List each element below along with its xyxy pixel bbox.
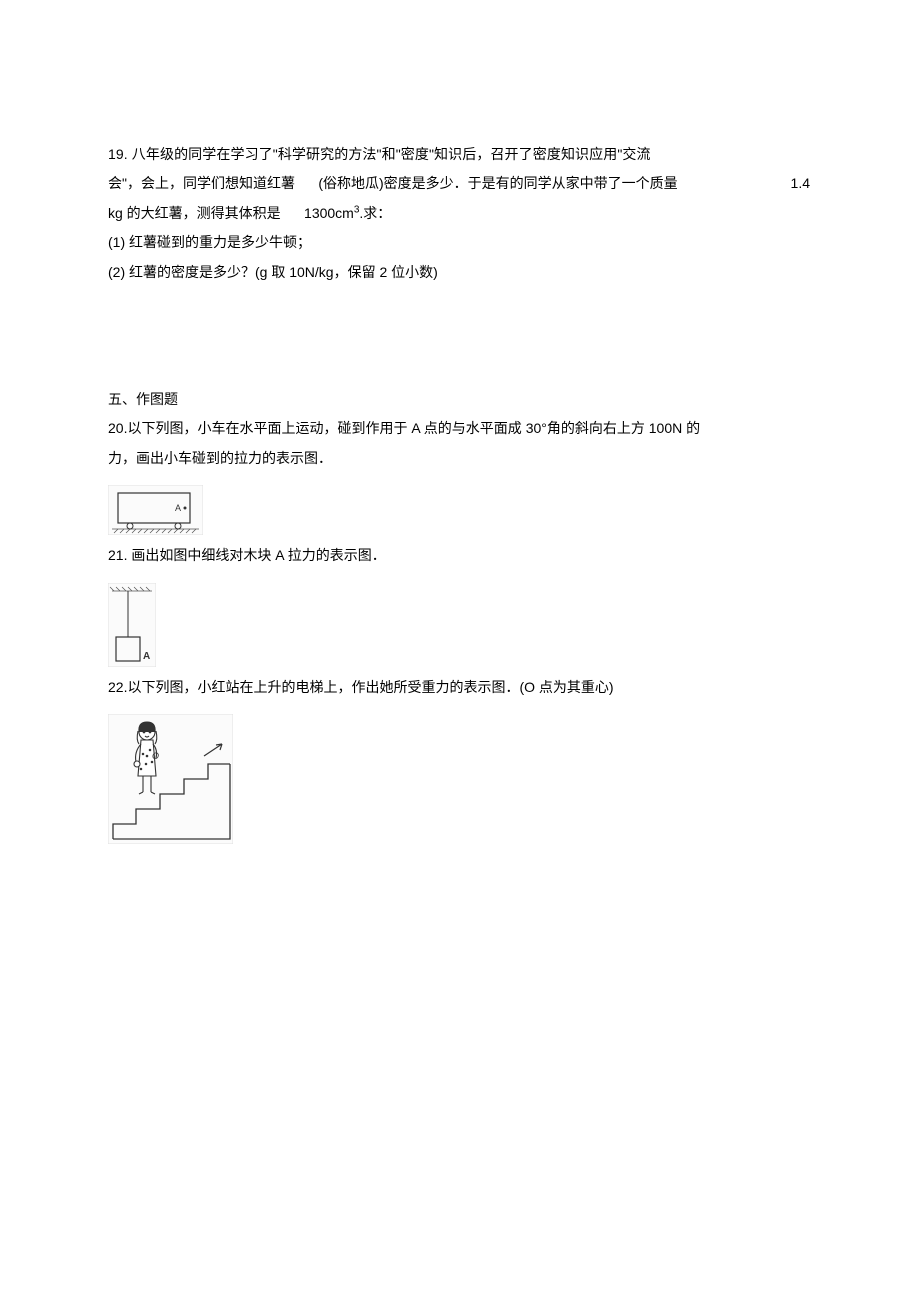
- q22-line1: 22.以下列图，小红站在上升的电梯上，作出她所受重力的表示图．(O 点为其重心): [108, 673, 810, 702]
- q21-line1: 21. 画出如图中细线对木块 A 拉力的表示图．: [108, 541, 810, 570]
- q19-line3: kg 的大红薯，测得其体积是 1300cm3.求：: [108, 199, 810, 228]
- q19-part1: (1) 红薯碰到的重力是多少牛顿；: [108, 228, 810, 257]
- question-21: 21. 画出如图中细线对木块 A 拉力的表示图．: [108, 541, 810, 666]
- q20-label-A: A: [175, 503, 181, 513]
- q21-figure: A: [108, 583, 810, 667]
- q22-figure: O: [108, 714, 810, 844]
- q19-text-1a: 八年级的同学在学习了"科学研究的方法"和"密度"知识后，召开了密度知识应用"交流: [132, 146, 651, 162]
- q19-text-2b: (俗称地瓜)密度是多少．于是有的同学从家中带了一个质量: [318, 175, 677, 191]
- q19-line1: 19. 八年级的同学在学习了"科学研究的方法"和"密度"知识后，召开了密度知识应…: [108, 140, 810, 169]
- q19-text-3b: 1300cm: [304, 205, 354, 221]
- q19-text-3a: kg 的大红薯，测得其体积是: [108, 205, 281, 221]
- q20-line2: 力，画出小车碰到的拉力的表示图．: [108, 444, 810, 473]
- question-19: 19. 八年级的同学在学习了"科学研究的方法"和"密度"知识后，召开了密度知识应…: [108, 140, 810, 287]
- q20-figure: A: [108, 485, 810, 535]
- question-20: 20.以下列图，小车在水平面上运动，碰到作用于 A 点的与水平面成 30°角的斜…: [108, 414, 810, 535]
- q19-text-3c: .求：: [359, 205, 391, 221]
- q19-text-2c: 1.4: [791, 169, 810, 198]
- q19-part2: (2) 红薯的密度是多少？(g 取 10N/kg，保留 2 位小数): [108, 258, 810, 287]
- question-22: 22.以下列图，小红站在上升的电梯上，作出她所受重力的表示图．(O 点为其重心): [108, 673, 810, 844]
- q22-label-O: O: [152, 751, 159, 761]
- q19-num: 19.: [108, 146, 128, 162]
- section-5-heading: 五、作图题: [108, 385, 810, 414]
- q21-label-A: A: [143, 651, 150, 662]
- q19-line2: 会"，会上，同学们想知道红薯 (俗称地瓜)密度是多少．于是有的同学从家中带了一个…: [108, 169, 810, 198]
- q20-line1: 20.以下列图，小车在水平面上运动，碰到作用于 A 点的与水平面成 30°角的斜…: [108, 414, 810, 443]
- q19-text-2a: 会"，会上，同学们想知道红薯: [108, 175, 295, 191]
